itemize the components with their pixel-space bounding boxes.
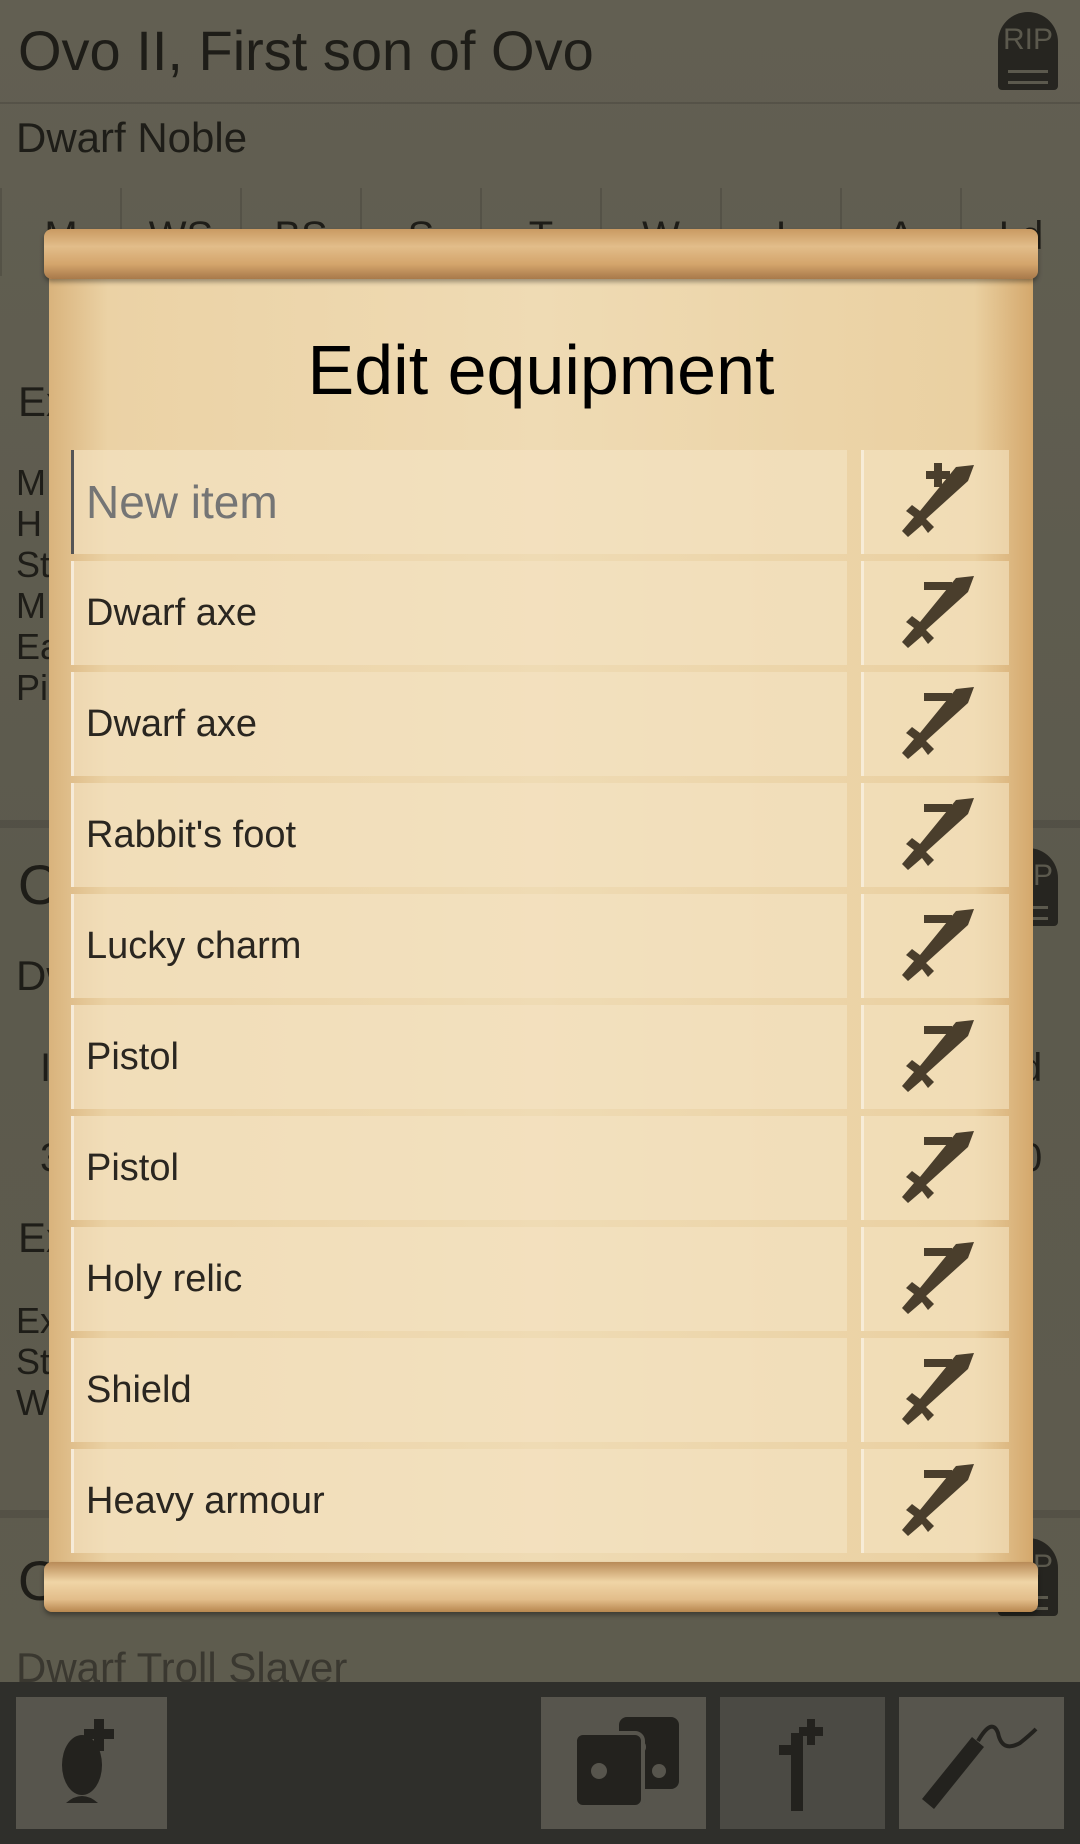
add-character-egg-icon bbox=[61, 1719, 114, 1803]
equipment-row: Rabbit's foot bbox=[71, 783, 1009, 887]
remove-item-button[interactable] bbox=[861, 894, 1009, 998]
scroll-top-roll bbox=[44, 229, 1038, 279]
remove-item-button[interactable] bbox=[861, 1449, 1009, 1553]
sword-minus-icon bbox=[901, 576, 974, 648]
remove-item-button[interactable] bbox=[861, 561, 1009, 665]
equipment-row: Lucky charm bbox=[71, 894, 1009, 998]
rip-icon[interactable]: RIP bbox=[998, 12, 1058, 90]
add-grave-icon bbox=[778, 1719, 823, 1811]
add-grave-button[interactable] bbox=[720, 1697, 885, 1829]
equipment-item-label[interactable]: Pistol bbox=[71, 1005, 847, 1109]
equipment-row: Dwarf axe bbox=[71, 561, 1009, 665]
character-career: Dwarf Noble bbox=[16, 114, 248, 161]
add-character-button[interactable] bbox=[16, 1697, 167, 1829]
remove-item-button[interactable] bbox=[861, 1338, 1009, 1442]
dice-button[interactable] bbox=[541, 1697, 706, 1829]
sword-plus-icon bbox=[901, 463, 974, 537]
remove-item-button[interactable] bbox=[861, 672, 1009, 776]
divider bbox=[0, 102, 1080, 104]
new-item-input[interactable] bbox=[86, 450, 847, 554]
equipment-row: Holy relic bbox=[71, 1227, 1009, 1331]
equipment-item-label[interactable]: Dwarf axe bbox=[71, 672, 847, 776]
dynamite-button[interactable] bbox=[899, 1697, 1064, 1829]
equipment-item-label[interactable]: Shield bbox=[71, 1338, 847, 1442]
sword-minus-icon bbox=[901, 687, 974, 759]
equipment-item-label[interactable]: Dwarf axe bbox=[71, 561, 847, 665]
equipment-row: Pistol bbox=[71, 1116, 1009, 1220]
equipment-item-label[interactable]: Pistol bbox=[71, 1116, 847, 1220]
dynamite-icon bbox=[921, 1724, 1037, 1809]
sword-minus-icon bbox=[901, 798, 974, 870]
character-name: Ovo II, First son of Ovo bbox=[18, 19, 594, 82]
sword-minus-icon bbox=[901, 1020, 974, 1092]
equipment-row: Shield bbox=[71, 1338, 1009, 1442]
equipment-row: Dwarf axe bbox=[71, 672, 1009, 776]
equipment-item-label[interactable]: Holy relic bbox=[71, 1227, 847, 1331]
sword-minus-icon bbox=[901, 909, 974, 981]
new-item-row bbox=[71, 450, 1009, 554]
dice-icon bbox=[572, 1717, 679, 1809]
sword-minus-icon bbox=[901, 1131, 974, 1203]
dialog-title: Edit equipment bbox=[307, 331, 775, 409]
sword-minus-icon bbox=[901, 1464, 974, 1536]
scroll-bottom-roll bbox=[44, 1562, 1038, 1612]
sword-minus-icon bbox=[901, 1353, 974, 1425]
equipment-row: Heavy armour bbox=[71, 1449, 1009, 1553]
remove-item-button[interactable] bbox=[861, 1116, 1009, 1220]
remove-item-button[interactable] bbox=[861, 1005, 1009, 1109]
add-item-button[interactable] bbox=[861, 450, 1009, 554]
equipment-item-label[interactable]: Lucky charm bbox=[71, 894, 847, 998]
remove-item-button[interactable] bbox=[861, 783, 1009, 887]
equipment-row: Pistol bbox=[71, 1005, 1009, 1109]
new-item-field[interactable] bbox=[71, 450, 847, 554]
remove-item-button[interactable] bbox=[861, 1227, 1009, 1331]
equipment-item-label[interactable]: Rabbit's foot bbox=[71, 783, 847, 887]
equipment-item-label[interactable]: Heavy armour bbox=[71, 1449, 847, 1553]
sword-minus-icon bbox=[901, 1242, 974, 1314]
